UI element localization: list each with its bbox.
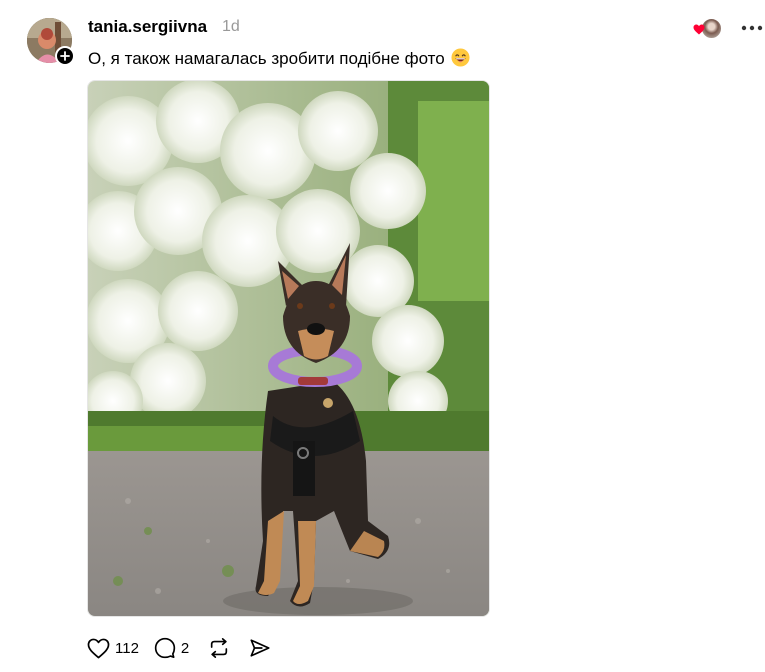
reply-button[interactable]: 2 [154, 637, 189, 659]
liked-by-indicator[interactable] [693, 17, 722, 39]
post-timestamp[interactable]: 1d [222, 18, 240, 36]
more-options-button[interactable] [740, 18, 764, 38]
plus-icon [60, 51, 70, 61]
heart-icon [693, 24, 705, 35]
like-count: 112 [115, 639, 139, 657]
reply-count: 2 [180, 639, 190, 657]
post-actions: 112 2 [87, 636, 271, 660]
author-avatar-container[interactable] [27, 18, 75, 66]
post-caption-text: О, я також намагалась зробити подібне фо… [88, 49, 445, 68]
like-button[interactable]: 112 [87, 638, 139, 659]
grinning-face-emoji [451, 48, 470, 72]
follow-button[interactable] [55, 46, 75, 66]
more-horizontal-icon [741, 25, 763, 31]
repost-icon [211, 638, 228, 658]
post-caption: О, я також намагалась зробити подібне фо… [88, 48, 470, 72]
thread-post: tania.sergiivna 1d О, я також намагалась… [0, 0, 765, 672]
dog-photo-illustration [88, 81, 489, 616]
repost-button[interactable] [208, 637, 230, 659]
post-photo[interactable] [87, 80, 490, 617]
share-button[interactable] [249, 637, 271, 659]
send-icon [250, 639, 270, 657]
heart-icon [87, 638, 110, 658]
comment-bubble-icon [154, 637, 176, 659]
author-username[interactable]: tania.sergiivna [88, 17, 207, 37]
